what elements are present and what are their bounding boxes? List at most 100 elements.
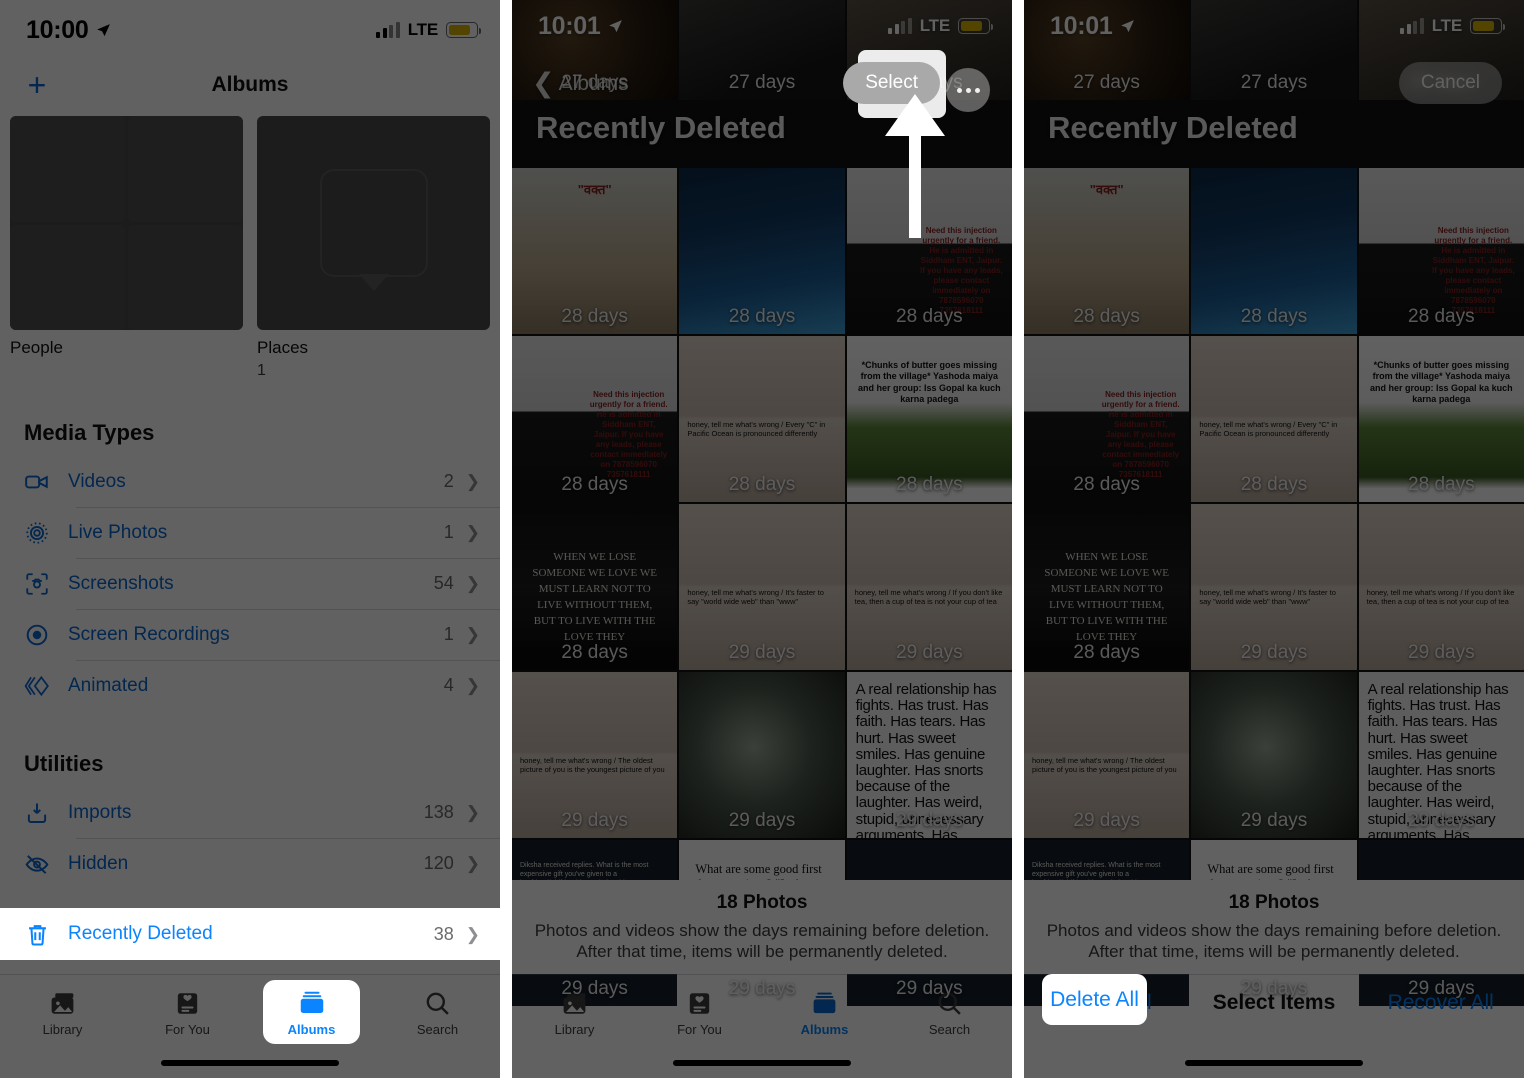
photo-count: 18 Photos (716, 891, 808, 913)
status-left: 10:01 (1050, 12, 1136, 41)
list-item-label: Hidden (68, 852, 129, 874)
grid-cell[interactable]: honey, tell me what's wrong / The oldest… (1024, 672, 1190, 838)
days-remaining: 29 days (1408, 642, 1475, 663)
days-remaining: 29 days (896, 642, 963, 663)
grid-cell[interactable]: 29 days (679, 672, 845, 838)
days-remaining: 27 days (1240, 72, 1308, 93)
tab-label: Albums (800, 1022, 849, 1037)
days-remaining: 28 days (1240, 474, 1308, 495)
grid-cell[interactable]: "वक्त" 28 days (512, 168, 678, 334)
days-remaining: 29 days (561, 810, 628, 831)
list-item-label: Animated (68, 674, 149, 696)
status-time: 10:01 (1050, 11, 1113, 40)
grid-cell[interactable]: Need this injection urgently for a frien… (1358, 168, 1524, 334)
tab-for-you[interactable]: For You (125, 983, 250, 1037)
grid-cell[interactable]: A real relationship has fights. Has trus… (1358, 672, 1524, 838)
days-remaining: 29 days (896, 810, 963, 831)
grid-cell[interactable]: Need this injection urgently for a frien… (1024, 336, 1190, 502)
tab-search[interactable]: Search (375, 983, 500, 1037)
recover-all-button[interactable]: Recover All (1357, 975, 1524, 1015)
for-you-icon (177, 993, 198, 1014)
tab-label: For You (165, 1022, 210, 1037)
album-tile-places[interactable]: Places 1 (257, 116, 490, 380)
highlight-delete-all[interactable]: Delete All (1042, 974, 1147, 1025)
grid-cell[interactable]: honey, tell me what's wrong / If you don… (1358, 504, 1524, 670)
days-remaining: 29 days (1073, 810, 1140, 831)
import-icon (24, 800, 68, 826)
list-item-screenshots[interactable]: Screenshots 54 ❯ (0, 558, 500, 609)
trash-icon (24, 921, 68, 948)
grid-cell[interactable]: "वक्त" 28 days (1024, 168, 1190, 334)
grid-cell[interactable]: honey, tell me what's wrong / It's faste… (679, 504, 845, 670)
days-remaining: 28 days (1408, 474, 1475, 495)
album-tile-people[interactable]: People (10, 116, 243, 380)
grid-cell[interactable]: WHEN WE LOSE SOMEONE WE LOVE WE MUST LEA… (1024, 504, 1190, 670)
grid-cell[interactable]: honey, tell me what's wrong / If you don… (846, 504, 1012, 670)
grid-cell[interactable]: Need this injection urgently for a frien… (512, 336, 678, 502)
photo-grid: 27 days 27 days 28 days "वक्त" 28 days 2… (1024, 0, 1524, 1006)
more-options-button[interactable] (946, 68, 990, 112)
grid-cell[interactable]: Need this injection urgently for a frien… (846, 168, 1012, 334)
days-remaining: 28 days (1073, 306, 1140, 327)
grid-cell[interactable]: 28 days (679, 168, 845, 334)
days-remaining: 29 days (1408, 810, 1475, 831)
carrier-label: LTE (1431, 16, 1462, 35)
grid-cell[interactable]: *Chunks of butter goes missing from the … (1358, 336, 1524, 502)
grid-cell[interactable]: honey, tell me what's wrong / Every "C" … (679, 336, 845, 502)
list-item-hidden[interactable]: Hidden 120 ❯ (0, 838, 500, 889)
list-item-count: 1 (443, 624, 454, 645)
list-item-label: Videos (68, 470, 126, 492)
chevron-right-icon: ❯ (465, 574, 480, 594)
tab-label: Albums (287, 1021, 336, 1037)
page-title: Albums (211, 73, 289, 96)
list-item-label: Screen Recordings (68, 623, 230, 645)
grid-cell[interactable]: *Chunks of butter goes missing from the … (846, 336, 1012, 502)
location-arrow-icon (97, 23, 111, 36)
carrier-label: LTE (407, 20, 438, 39)
albums-icon (300, 991, 323, 1013)
album-label: People (10, 338, 63, 358)
list-item-recently-deleted[interactable]: Recently Deleted 38 ❯ (0, 908, 500, 960)
days-remaining: 28 days (1073, 474, 1140, 495)
chevron-right-icon: ❯ (465, 676, 480, 696)
list-item-animated[interactable]: Animated 4 ❯ (0, 660, 500, 711)
signal-bars-icon (376, 21, 400, 38)
list-item-live-photos[interactable]: Live Photos 1 ❯ (0, 507, 500, 558)
tab-label: Library (554, 1022, 595, 1037)
signal-bars-icon (1400, 17, 1424, 34)
three-panel-tutorial-screenshot: 10:00 LTE + Albums People Places 1 Media… (0, 0, 1524, 1078)
select-items-button[interactable]: Select Items (1191, 975, 1358, 1015)
list-item-imports[interactable]: Imports 138 ❯ (0, 787, 500, 838)
library-icon (51, 993, 74, 1014)
navigation-bar: + Albums (0, 60, 500, 110)
chevron-right-icon: ❯ (465, 523, 480, 543)
days-remaining: 28 days (1408, 306, 1475, 327)
location-arrow-icon (1121, 19, 1135, 32)
days-remaining: 29 days (1240, 642, 1308, 663)
list-item-videos[interactable]: Videos 2 ❯ (0, 456, 500, 507)
days-remaining: 28 days (561, 474, 628, 495)
album-count: 1 (257, 362, 266, 380)
list-item-count: 54 (433, 573, 454, 594)
list-item-label: Live Photos (68, 521, 168, 543)
grid-cell[interactable]: honey, tell me what's wrong / The oldest… (512, 672, 678, 838)
grid-cell[interactable]: 29 days (1191, 672, 1357, 838)
list-item-screen-recordings[interactable]: Screen Recordings 1 ❯ (0, 609, 500, 660)
grid-cell[interactable]: honey, tell me what's wrong / It's faste… (1191, 504, 1357, 670)
select-button[interactable]: Select (843, 62, 940, 104)
days-remaining: 28 days (896, 474, 963, 495)
grid-cell[interactable]: WHEN WE LOSE SOMEONE WE LOVE WE MUST LEA… (512, 504, 678, 670)
home-indicator (161, 1060, 339, 1066)
tab-label: Search (928, 1022, 971, 1037)
grid-cell[interactable]: honey, tell me what's wrong / Every "C" … (1191, 336, 1357, 502)
grid-cell[interactable]: 28 days (1191, 168, 1357, 334)
grid-cell[interactable]: A real relationship has fights. Has trus… (846, 672, 1012, 838)
status-time: 10:00 (26, 15, 89, 44)
location-arrow-icon (609, 19, 623, 32)
cancel-button[interactable]: Cancel (1398, 62, 1502, 104)
status-right: LTE (888, 16, 993, 36)
tab-library[interactable]: Library (0, 983, 125, 1037)
tab-label: Search (416, 1022, 459, 1037)
status-right: LTE (1400, 16, 1505, 36)
highlight-tab-albums[interactable]: Albums (263, 980, 360, 1044)
